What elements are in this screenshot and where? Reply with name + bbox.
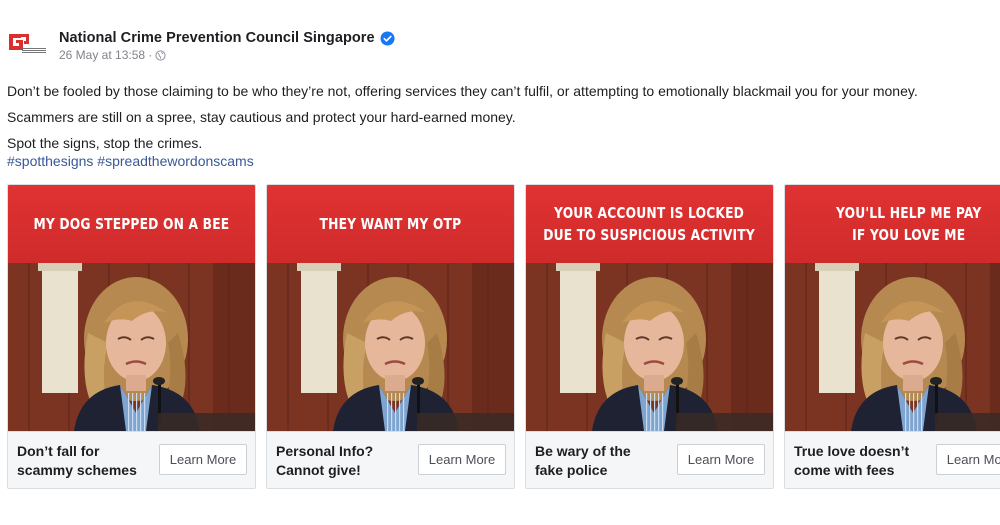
post-timestamp[interactable]: 26 May at 13:58 · (59, 48, 152, 62)
card-title: Personal Info? Cannot give! (276, 442, 416, 480)
banner-line: IF YOU LOVE ME (851, 226, 966, 244)
card-photo[interactable] (526, 263, 773, 431)
learn-more-button[interactable]: Learn More (677, 444, 765, 475)
hashtag-spotthesigns[interactable]: #spotthesigns (7, 153, 93, 169)
learn-more-button[interactable]: Learn More (936, 444, 1000, 475)
card-banner-text: YOUR ACCOUNT IS LOCKED DUE TO SUSPICIOUS… (544, 202, 756, 246)
card-banner-text: YOU'LL HELP ME PAY IF YOU LOVE ME (836, 202, 981, 246)
card-title-line: Cannot give! (276, 462, 361, 478)
page-name[interactable]: National Crime Prevention Council Singap… (59, 30, 375, 46)
card-title: True love doesn’t come with fees (794, 442, 934, 480)
post-text: Don’t be fooled by those claiming to be … (7, 82, 997, 170)
card-title-line: fake police (535, 462, 608, 478)
banner-line: DUE TO SUSPICIOUS ACTIVITY (543, 226, 756, 244)
post-time-row: 26 May at 13:58 · (59, 48, 395, 62)
courtroom-photo (526, 263, 773, 431)
card-photo[interactable] (267, 263, 514, 431)
card-banner-text: THEY WANT MY OTP (320, 213, 462, 235)
card-footer: Personal Info? Cannot give! Learn More (267, 431, 514, 488)
courtroom-photo (785, 263, 1000, 431)
card-footer: Be wary of the fake police Learn More (526, 431, 773, 488)
carousel-card[interactable]: THEY WANT MY OTP Personal Info? Cannot g… (266, 184, 515, 489)
card-banner-text: MY DOG STEPPED ON A BEE (34, 213, 230, 235)
card-footer: True love doesn’t come with fees Learn M… (785, 431, 1000, 488)
card-title-line: Personal Info? (276, 443, 374, 459)
post-meta: National Crime Prevention Council Singap… (59, 28, 395, 62)
ad-carousel[interactable]: MY DOG STEPPED ON A BEE Don’t fall for s… (7, 184, 1000, 490)
logo-wordmark (22, 48, 46, 54)
banner-line: MY DOG STEPPED ON A BEE (33, 215, 230, 233)
card-title-line: come with fees (794, 462, 895, 478)
courtroom-photo (267, 263, 514, 431)
banner-line: THEY WANT MY OTP (319, 215, 462, 233)
learn-more-button[interactable]: Learn More (159, 444, 247, 475)
card-banner: YOUR ACCOUNT IS LOCKED DUE TO SUSPICIOUS… (526, 185, 773, 263)
carousel-card[interactable]: YOU'LL HELP ME PAY IF YOU LOVE ME True l… (784, 184, 1000, 489)
hashtag-spreadthewordonscams[interactable]: #spreadthewordonscams (97, 153, 253, 169)
post-header: National Crime Prevention Council Singap… (6, 28, 395, 68)
hashtags: #spotthesigns #spreadthewordonscams (7, 152, 997, 170)
card-banner: MY DOG STEPPED ON A BEE (8, 185, 255, 263)
post-line-3: Spot the signs, stop the crimes. (7, 135, 203, 151)
card-photo[interactable] (8, 263, 255, 431)
post-line-1: Don’t be fooled by those claiming to be … (7, 83, 918, 99)
learn-more-button[interactable]: Learn More (418, 444, 506, 475)
card-title: Don’t fall for scammy schemes (17, 442, 157, 480)
banner-line: YOUR ACCOUNT IS LOCKED (554, 204, 745, 222)
globe-icon[interactable] (155, 49, 166, 61)
card-banner: YOU'LL HELP ME PAY IF YOU LOVE ME (785, 185, 1000, 263)
card-title: Be wary of the fake police (535, 442, 675, 480)
card-footer: Don’t fall for scammy schemes Learn More (8, 431, 255, 488)
card-title-line: Be wary of the (535, 443, 631, 459)
page-name-row: National Crime Prevention Council Singap… (59, 28, 395, 48)
card-title-line: True love doesn’t (794, 443, 910, 459)
card-photo[interactable] (785, 263, 1000, 431)
carousel-card[interactable]: MY DOG STEPPED ON A BEE Don’t fall for s… (7, 184, 256, 489)
verified-badge-icon (380, 30, 395, 46)
card-title-line: scammy schemes (17, 462, 137, 478)
ncpc-logo-icon[interactable] (6, 31, 48, 61)
banner-line: YOU'LL HELP ME PAY (835, 204, 982, 222)
post-line-2: Scammers are still on a spree, stay caut… (7, 109, 516, 125)
card-banner: THEY WANT MY OTP (267, 185, 514, 263)
card-title-line: Don’t fall for (17, 443, 100, 459)
carousel-card[interactable]: YOUR ACCOUNT IS LOCKED DUE TO SUSPICIOUS… (525, 184, 774, 489)
courtroom-photo (8, 263, 255, 431)
